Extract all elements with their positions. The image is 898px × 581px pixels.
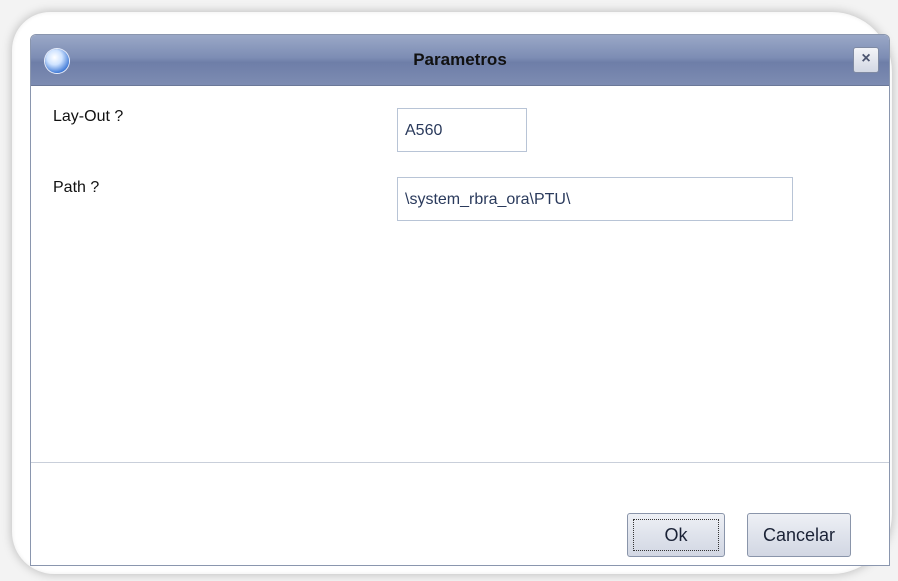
dialog-content: Lay-Out ? A560 Path ? \system_rbra_ora\P… xyxy=(31,86,889,462)
ok-button[interactable]: Ok xyxy=(627,513,725,557)
cancel-button[interactable]: Cancelar xyxy=(747,513,851,557)
focus-ring xyxy=(633,519,719,551)
layout-input[interactable]: A560 xyxy=(397,108,527,152)
parametros-dialog: Parametros × Lay-Out ? A560 Path ? \syst… xyxy=(30,34,890,566)
close-button[interactable]: × xyxy=(853,47,879,73)
close-icon: × xyxy=(861,50,871,67)
dialog-title: Parametros xyxy=(413,50,507,69)
dialog-footer: Ok Cancelar xyxy=(31,463,889,565)
path-input[interactable]: \system_rbra_ora\PTU\ xyxy=(397,177,793,221)
dialog-titlebar[interactable]: Parametros × xyxy=(31,35,889,86)
layout-label: Lay-Out ? xyxy=(53,108,124,125)
path-label: Path ? xyxy=(53,179,100,196)
